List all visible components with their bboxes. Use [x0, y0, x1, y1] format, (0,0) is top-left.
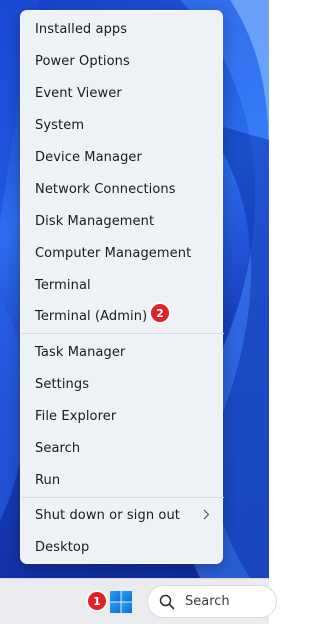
menu-item-label: System	[35, 117, 85, 133]
menu-item-label: Power Options	[35, 53, 130, 69]
windows-logo-icon	[110, 591, 132, 613]
menu-item-search[interactable]: Search	[21, 433, 224, 463]
chevron-right-icon	[203, 509, 210, 523]
menu-item-label: Settings	[35, 376, 90, 392]
menu-item-terminal-admin[interactable]: Terminal (Admin)	[21, 301, 224, 331]
search-icon	[159, 594, 175, 609]
menu-item-label: File Explorer	[35, 408, 117, 424]
menu-item-run[interactable]: Run	[21, 465, 224, 495]
menu-item-shut-down-or-sign-out[interactable]: Shut down or sign out	[21, 500, 224, 530]
step-badge-1: 1	[86, 590, 108, 612]
step-badge-2: 2	[149, 302, 171, 324]
search-placeholder: Search	[185, 594, 230, 609]
menu-item-label: Installed apps	[35, 21, 128, 37]
menu-item-label: Disk Management	[35, 213, 155, 229]
menu-item-installed-apps[interactable]: Installed apps	[21, 14, 224, 44]
menu-item-label: Desktop	[35, 539, 90, 555]
menu-item-event-viewer[interactable]: Event Viewer	[21, 78, 224, 108]
menu-item-label: Device Manager	[35, 149, 142, 165]
menu-item-desktop[interactable]: Desktop	[21, 532, 224, 562]
menu-item-label: Run	[35, 472, 61, 488]
menu-item-label: Computer Management	[35, 245, 192, 261]
quick-link-menu: Installed apps Power Options Event Viewe…	[20, 10, 224, 564]
menu-item-device-manager[interactable]: Device Manager	[21, 142, 224, 172]
menu-item-settings[interactable]: Settings	[21, 369, 224, 399]
menu-item-disk-management[interactable]: Disk Management	[21, 206, 224, 236]
menu-item-power-options[interactable]: Power Options	[21, 46, 224, 76]
menu-item-computer-management[interactable]: Computer Management	[21, 238, 224, 268]
menu-item-label: Terminal	[35, 277, 91, 293]
menu-item-network-connections[interactable]: Network Connections	[21, 174, 224, 204]
taskbar-search-box[interactable]: Search	[147, 585, 277, 618]
menu-item-label: Shut down or sign out	[35, 507, 180, 523]
menu-item-system[interactable]: System	[21, 110, 224, 140]
menu-item-label: Terminal (Admin)	[35, 308, 148, 324]
taskbar: 1 Search	[0, 578, 277, 624]
menu-item-file-explorer[interactable]: File Explorer	[21, 401, 224, 431]
menu-item-label: Task Manager	[35, 344, 126, 360]
menu-item-label: Event Viewer	[35, 85, 122, 101]
menu-separator	[21, 497, 224, 498]
menu-separator	[21, 333, 224, 334]
menu-item-label: Search	[35, 440, 81, 456]
menu-item-task-manager[interactable]: Task Manager	[21, 337, 224, 367]
menu-item-label: Network Connections	[35, 181, 176, 197]
menu-item-terminal[interactable]: Terminal	[21, 270, 224, 300]
start-button[interactable]	[107, 588, 135, 616]
